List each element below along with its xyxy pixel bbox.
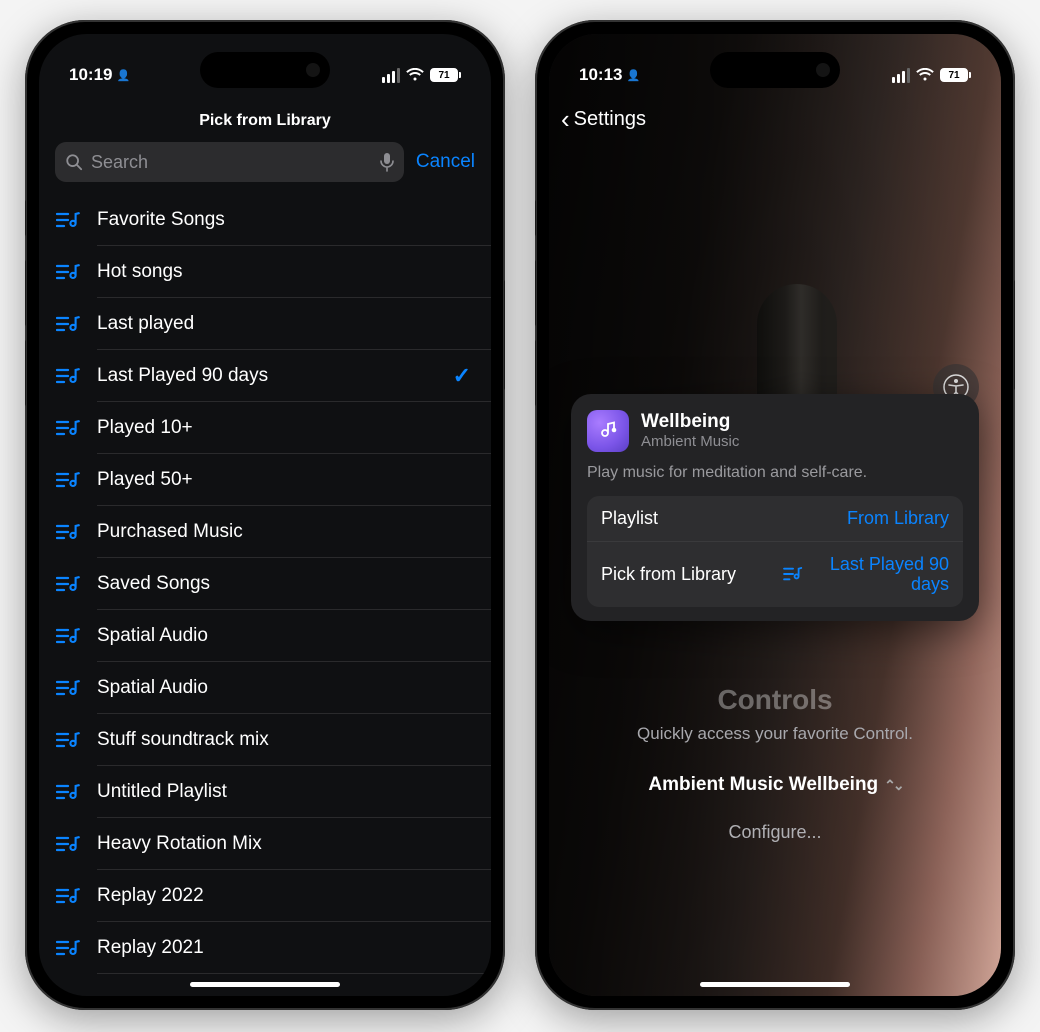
popup-subtitle: Ambient Music bbox=[641, 433, 739, 450]
volume-up-button bbox=[535, 260, 536, 326]
playlist-item[interactable]: Heavy Rotation Mix bbox=[39, 818, 491, 870]
playlist-label: Spatial Audio bbox=[97, 677, 471, 699]
side-button bbox=[25, 200, 26, 236]
playlist-icon bbox=[783, 566, 803, 582]
screen-left: 10:19 👤 71 Pick from Library Sear bbox=[39, 34, 491, 996]
playlist-item[interactable]: Untitled Playlist bbox=[39, 766, 491, 818]
search-placeholder: Search bbox=[91, 152, 372, 173]
signal-icon bbox=[382, 68, 400, 83]
battery-icon: 71 bbox=[430, 68, 461, 82]
playlist-icon bbox=[55, 523, 81, 541]
dynamic-island bbox=[200, 52, 330, 88]
playlist-item[interactable]: Replay 2021 bbox=[39, 922, 491, 974]
playlist-icon bbox=[55, 419, 81, 437]
playlist-icon bbox=[55, 627, 81, 645]
controls-heading: Controls bbox=[549, 684, 1001, 716]
phone-right: 10:13 👤 71 ‹ Settings bbox=[535, 20, 1015, 1010]
power-button bbox=[1014, 280, 1015, 390]
playlist-label: Played 50+ bbox=[97, 469, 471, 491]
popup-title: Wellbeing bbox=[641, 412, 739, 433]
playlist-item[interactable]: Hot songs bbox=[39, 246, 491, 298]
playlist-icon bbox=[55, 315, 81, 333]
playlist-label: Hot songs bbox=[97, 261, 471, 283]
playlist-item[interactable]: Saved Songs bbox=[39, 558, 491, 610]
playlist-item[interactable]: Last Played 90 days ✓ bbox=[39, 350, 491, 402]
power-button bbox=[504, 280, 505, 390]
controls-subtitle: Quickly access your favorite Control. bbox=[549, 724, 1001, 744]
playlist-icon bbox=[55, 731, 81, 749]
playlist-label: Played 10+ bbox=[97, 417, 471, 439]
row-value: Last Played 90 days bbox=[809, 554, 949, 595]
wifi-icon bbox=[406, 68, 424, 82]
back-label: Settings bbox=[574, 108, 646, 131]
playlist-item[interactable]: Purchased Music bbox=[39, 506, 491, 558]
playlist-item[interactable]: Last played bbox=[39, 298, 491, 350]
check-icon: ✓ bbox=[453, 363, 471, 389]
battery-icon: 71 bbox=[940, 68, 971, 82]
playlist-label: Favorite Songs bbox=[97, 209, 471, 231]
playlist-icon bbox=[55, 575, 81, 593]
playlist-icon bbox=[55, 783, 81, 801]
playlist-label: Heavy Rotation Mix bbox=[97, 833, 471, 855]
playlist-icon bbox=[55, 471, 81, 489]
playlist-icon bbox=[55, 263, 81, 281]
phone-left: 10:19 👤 71 Pick from Library Sear bbox=[25, 20, 505, 1010]
volume-down-button bbox=[25, 340, 26, 406]
dynamic-island bbox=[710, 52, 840, 88]
profile-icon: 👤 bbox=[116, 69, 130, 82]
screen-right: 10:13 👤 71 ‹ Settings bbox=[549, 34, 1001, 996]
wifi-icon bbox=[916, 68, 934, 82]
pick-from-library-row[interactable]: Pick from Library Last Played 90 days bbox=[587, 541, 963, 607]
playlist-label: Stuff soundtrack mix bbox=[97, 729, 471, 751]
page-title: Pick from Library bbox=[39, 94, 491, 142]
playlist-label: Replay 2021 bbox=[97, 937, 471, 959]
search-icon bbox=[65, 153, 83, 171]
signal-icon bbox=[892, 68, 910, 83]
profile-icon: 👤 bbox=[626, 69, 640, 82]
volume-up-button bbox=[25, 260, 26, 326]
playlist-label: Last played bbox=[97, 313, 471, 335]
status-time: 10:13 bbox=[579, 65, 622, 85]
playlist-icon bbox=[55, 679, 81, 697]
volume-down-button bbox=[535, 340, 536, 406]
control-selector[interactable]: Ambient Music Wellbeing ⌃⌄ bbox=[549, 774, 1001, 796]
back-button[interactable]: ‹ Settings bbox=[549, 94, 1001, 135]
playlist-icon bbox=[55, 887, 81, 905]
search-input[interactable]: Search bbox=[55, 142, 404, 182]
playlist-item[interactable]: Replay 2022 bbox=[39, 870, 491, 922]
playlist-item[interactable]: Stuff soundtrack mix bbox=[39, 714, 491, 766]
wellbeing-app-icon bbox=[587, 410, 629, 452]
playlist-label: Purchased Music bbox=[97, 521, 471, 543]
playlist-label: Spatial Audio bbox=[97, 625, 471, 647]
playlist-label: Saved Songs bbox=[97, 573, 471, 595]
chevron-updown-icon: ⌃⌄ bbox=[884, 777, 901, 794]
playlist-icon bbox=[55, 367, 81, 385]
cancel-button[interactable]: Cancel bbox=[416, 151, 475, 173]
status-time: 10:19 bbox=[69, 65, 112, 85]
playlist-item[interactable]: Played 50+ bbox=[39, 454, 491, 506]
side-button bbox=[535, 200, 536, 236]
mic-icon[interactable] bbox=[380, 152, 394, 172]
playlist-setting-row[interactable]: Playlist From Library bbox=[587, 496, 963, 541]
playlist-icon bbox=[55, 835, 81, 853]
playlist-label: Untitled Playlist bbox=[97, 781, 471, 803]
selector-label: Ambient Music Wellbeing bbox=[648, 774, 878, 796]
playlist-label: Replay 2022 bbox=[97, 885, 471, 907]
playlist-item[interactable]: Spatial Audio bbox=[39, 610, 491, 662]
configure-button[interactable]: Configure... bbox=[549, 822, 1001, 843]
chevron-left-icon: ‹ bbox=[561, 104, 570, 135]
playlist-label: Last Played 90 days bbox=[97, 365, 437, 387]
playlist-item[interactable]: Favorite Songs bbox=[39, 194, 491, 246]
control-config-popup: Wellbeing Ambient Music Play music for m… bbox=[571, 394, 979, 621]
home-indicator[interactable] bbox=[190, 982, 340, 987]
row-label: Playlist bbox=[601, 508, 658, 529]
playlist-icon bbox=[55, 211, 81, 229]
playlist-item[interactable]: Spatial Audio bbox=[39, 662, 491, 714]
playlist-item[interactable]: Played 10+ bbox=[39, 402, 491, 454]
playlist-icon bbox=[55, 939, 81, 957]
row-value: From Library bbox=[847, 508, 949, 529]
playlist-list: Favorite Songs Hot songs Last played Last P… bbox=[39, 190, 491, 974]
popup-description: Play music for meditation and self-care. bbox=[587, 464, 963, 482]
row-label: Pick from Library bbox=[601, 564, 736, 585]
